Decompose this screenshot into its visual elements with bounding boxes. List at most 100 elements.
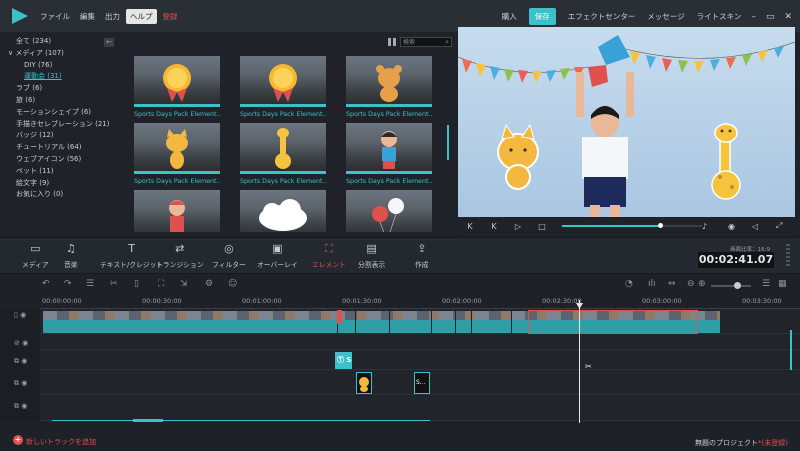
timeline-tool-icon[interactable]: ☺ [228,279,237,289]
category-item[interactable]: ウェブアイコン (56) [0,154,120,166]
play-button[interactable]: ▷ [506,222,530,231]
search-input[interactable]: 検索 ⌕ [400,37,452,47]
skip-back-button[interactable]: K [458,222,482,231]
fit-icon[interactable]: ⇔ [668,279,676,289]
panel-grip[interactable] [786,244,790,268]
render-icon[interactable]: ◔ [625,279,633,289]
toolbar-overlay[interactable]: ▣ オーバーレイ [257,242,298,269]
collapse-sidebar-icon[interactable]: ← [104,38,114,47]
zoom-out-icon[interactable]: ⊖ [687,279,695,289]
playhead-line[interactable] [579,300,580,423]
library-sidebar: 全て (234) ∨ メディア (107) DIY (76) 運動会 (31) ラブ (… [0,32,120,232]
clip-marker[interactable] [337,310,342,324]
mic-icon[interactable]: ♪ [702,222,707,231]
minimize-icon[interactable]: – [751,12,756,22]
timeline-tool-icon[interactable]: ✂ [110,279,118,289]
element-thumbnail[interactable]: Sports Days Pack Element... [134,123,220,185]
title-clip[interactable]: Ⓣ S [335,352,352,369]
timeline-ruler[interactable]: 00:00:00:00 00:00:30:00 00:01:00:00 00:01:3… [40,295,800,309]
light-skin-button[interactable]: ライトスキン [697,11,742,22]
empty-track[interactable] [40,395,800,421]
stop-button[interactable]: □ [530,222,554,231]
category-item[interactable]: バッジ (12) [0,130,120,142]
add-track-icon[interactable]: + [13,435,23,445]
timeline-scroll-track[interactable] [52,420,430,421]
save-button[interactable]: 保存 [528,8,556,25]
category-item[interactable]: ラブ (6) [0,83,120,95]
element-thumbnail[interactable]: Sports Days Pack Element... [346,56,432,118]
link-track-icon: ⊘ ◉ [14,339,29,347]
category-item[interactable]: お気に入り (0) [0,189,120,201]
element-thumbnail[interactable] [240,190,326,232]
camera-icon[interactable]: ◉ [728,222,735,231]
maximize-icon[interactable]: ▭ [766,12,775,22]
element-thumbnail[interactable] [346,190,432,232]
zoom-knob[interactable] [734,282,741,289]
toolbar-folder[interactable]: ▭ メディア [22,242,49,269]
toolbar-element[interactable]: ⛶ エレメント [312,242,346,269]
toolbar-label: テキスト/クレジット [100,261,164,269]
ruler-label: 00:02:30:00 [542,297,582,305]
element-thumbnail[interactable]: Sports Days Pack Element... [134,56,220,118]
timeline-tool-icon[interactable]: ↶ [42,279,50,289]
timeline-tool-icon[interactable]: ▯ [134,279,139,289]
list-view-icon[interactable]: ☰ [762,279,770,289]
category-item[interactable]: 旅 (6) [0,95,120,107]
toolbar-split[interactable]: ▤ 分割表示 [358,242,385,269]
element-clip-cat[interactable] [356,372,372,394]
category-item[interactable]: 絵文字 (9) [0,178,120,190]
timeline-scroll-thumb[interactable] [133,419,163,422]
menu-export[interactable]: 出力 [101,9,124,24]
close-icon[interactable]: ✕ [784,12,792,22]
title-track[interactable] [40,350,800,370]
category-item[interactable]: ペット (11) [0,166,120,178]
volume-icon[interactable]: ◁ [752,222,758,231]
timeline-tool-icon[interactable]: ⛶ [158,279,164,289]
element-thumbnail[interactable]: Sports Days Pack Element... [346,123,432,185]
grid-view-icon[interactable] [388,38,396,46]
timeline-tool-icon[interactable]: ⚙ [205,279,213,289]
timeline-tool-icon[interactable]: ↷ [64,279,72,289]
menu-help[interactable]: ヘルプ [126,8,157,24]
timeline-vscroll[interactable] [790,330,792,370]
music-icon: ♫ [65,242,76,255]
category-item[interactable]: 手描きセレブレーション (21) [0,119,120,131]
selected-clip-outline[interactable] [528,310,698,334]
category-item[interactable]: チュートリアル (64) [0,142,120,154]
effect-center-button[interactable]: エフェクトセンター [568,11,636,22]
toolbar-text[interactable]: T テキスト/クレジット [100,242,163,269]
toolbar-music[interactable]: ♫ 音楽 [64,242,78,269]
grid-layout-icon[interactable]: ▦ [778,279,787,289]
search-icon[interactable]: ⌕ [445,38,449,47]
menu-file[interactable]: ファイル [36,9,74,24]
add-track-button[interactable]: 新しいトラックを追加 [26,437,96,447]
menu-register[interactable]: 登録 [159,9,182,24]
fullscreen-icon[interactable]: ⤢ [776,221,782,231]
element-thumbnail[interactable] [134,190,220,232]
link-track[interactable] [40,334,800,350]
step-back-button[interactable]: K [482,222,506,231]
menu-edit[interactable]: 編集 [76,9,99,24]
zoom-slider[interactable] [711,285,751,287]
element-clip-s[interactable]: S... [414,372,430,394]
audio-mix-icon[interactable]: ılı [648,279,656,289]
preview-scrubber[interactable] [658,223,663,228]
category-item[interactable]: ∨ メディア (107) [0,48,120,60]
toolbar-export[interactable]: ⇪ 作成 [415,242,429,269]
buy-button[interactable]: 購入 [502,11,517,22]
thumbnail-image [134,190,220,232]
preview-progress[interactable] [562,225,702,227]
toolbar-filter[interactable]: ◎ フィルター [212,242,246,269]
element-thumbnail[interactable]: Sports Days Pack Element... [240,123,326,185]
timeline-tool-icon[interactable]: ☰ [86,279,94,289]
category-item[interactable]: 運動会 (31) [0,71,120,83]
messages-button[interactable]: メッセージ [647,11,684,22]
grid-scrollbar[interactable] [447,125,449,160]
category-item[interactable]: モーションシェイプ (6) [0,107,120,119]
toolbar-transition[interactable]: ⇄ トランジション [156,242,204,269]
element-thumbnail[interactable]: Sports Days Pack Element... [240,56,326,118]
category-item[interactable]: DIY (76) [0,60,120,72]
zoom-in-icon[interactable]: ⊕ [698,279,706,289]
timeline-tool-icon[interactable]: ⇲ [180,279,188,289]
category-item[interactable]: 全て (234) [0,36,120,48]
